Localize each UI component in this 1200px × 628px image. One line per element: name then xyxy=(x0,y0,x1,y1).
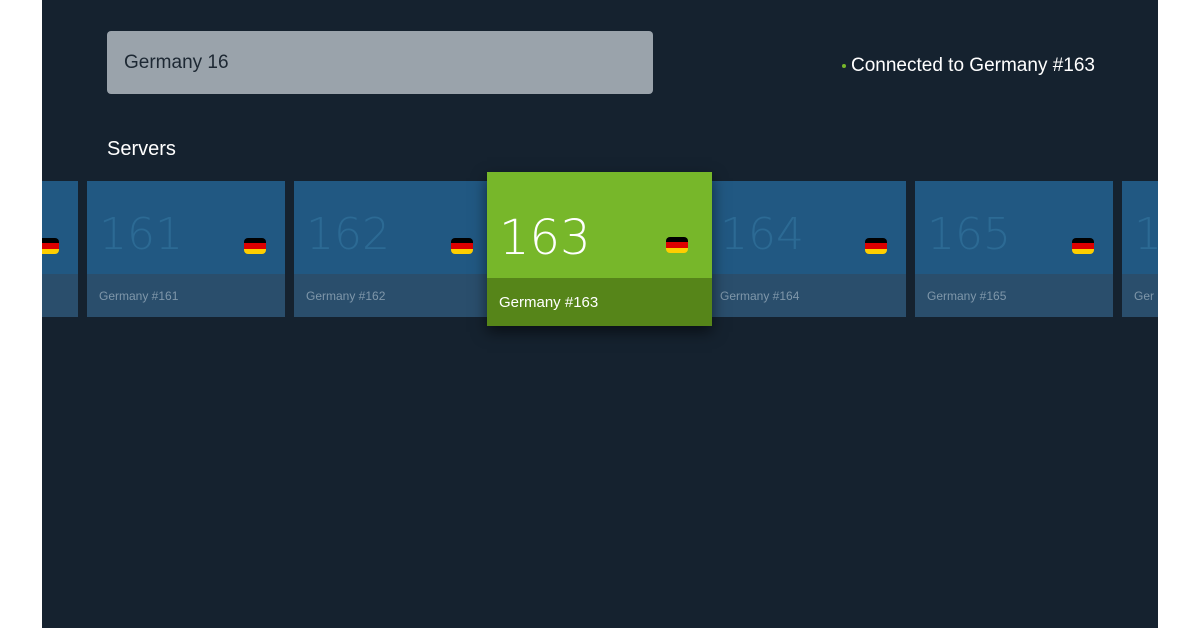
server-card-name: Germany #163 xyxy=(487,278,712,326)
server-card-165[interactable]: 165 Germany #165 xyxy=(915,181,1113,317)
germany-flag-icon xyxy=(666,237,688,253)
server-card-name: Germany #162 xyxy=(294,274,492,317)
server-card[interactable] xyxy=(42,181,78,317)
server-card-163-selected[interactable]: 163 Germany #163 xyxy=(487,172,712,326)
server-card-name: Germany #165 xyxy=(915,274,1113,317)
server-card-162[interactable]: 162 Germany #162 xyxy=(294,181,492,317)
servers-row: 161 Germany #161 162 Germany #162 164 Ge… xyxy=(42,0,1158,628)
server-card-164[interactable]: 164 Germany #164 xyxy=(708,181,906,317)
server-card-number: 163 xyxy=(499,210,591,266)
server-card-name: Germany #161 xyxy=(87,274,285,317)
server-card-161[interactable]: 161 Germany #161 xyxy=(87,181,285,317)
germany-flag-icon xyxy=(1072,238,1094,254)
germany-flag-icon xyxy=(865,238,887,254)
server-card-number: 1 xyxy=(1134,209,1158,260)
germany-flag-icon xyxy=(244,238,266,254)
server-card-number: 162 xyxy=(306,209,390,260)
germany-flag-icon xyxy=(42,238,59,254)
server-card-number: 164 xyxy=(720,209,804,260)
server-card-name xyxy=(42,274,78,317)
server-card-number: 165 xyxy=(927,209,1011,260)
germany-flag-icon xyxy=(451,238,473,254)
server-card-name: Ger xyxy=(1122,274,1158,317)
app-screen: Germany 16 Connected to Germany #163 Ser… xyxy=(42,0,1158,628)
server-card-name: Germany #164 xyxy=(708,274,906,317)
server-card-number: 161 xyxy=(99,209,183,260)
server-card[interactable]: 1 Ger xyxy=(1122,181,1158,317)
